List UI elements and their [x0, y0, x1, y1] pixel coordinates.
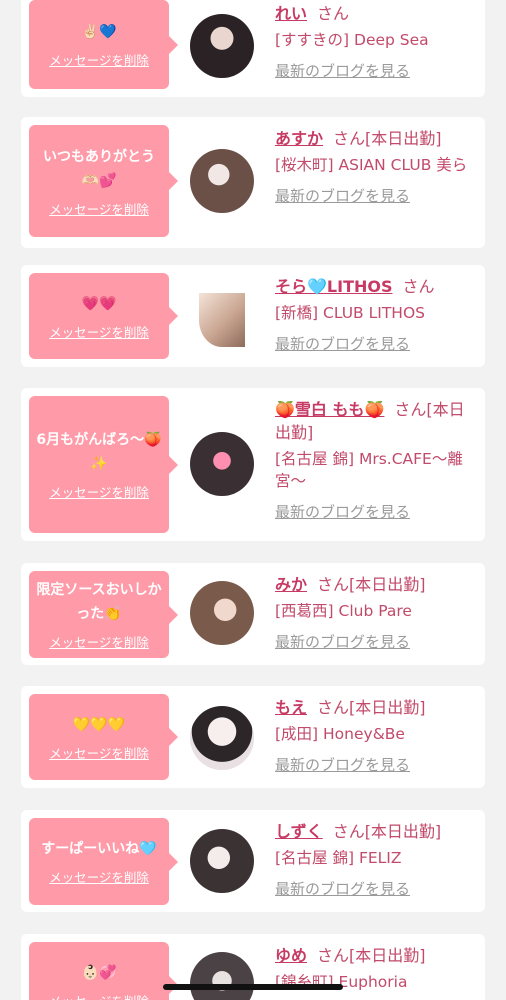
shop-name: [桜木町] ASIAN CLUB 美ら [275, 156, 468, 174]
delete-message-link[interactable]: メッセージを削除 [49, 743, 149, 762]
cast-info: 🍑雪白 もも🍑 さん[本日出勤] [名古屋 錦] Mrs.CAFE〜離宮〜 最新の… [275, 398, 477, 522]
message-card: いつもありがとう🫶🏻💕 メッセージを削除 あすか さん[本日出勤] [桜木町] A… [21, 117, 485, 248]
message-bubble: 💗💗 メッセージを削除 [29, 273, 178, 359]
message-bubble: ✌🏻💙 メッセージを削除 [29, 0, 178, 89]
message-card: 💛💛💛 メッセージを削除 もえ さん[本日出勤] [成田] Honey&Be 最新… [21, 686, 485, 788]
latest-blog-link[interactable]: 最新のブログを見る [275, 61, 410, 81]
message-bubble: 👶🏻💞 メッセージを削除 [29, 942, 178, 1000]
delete-message-link[interactable]: メッセージを削除 [49, 322, 149, 341]
message-bubble: 💛💛💛 メッセージを削除 [29, 694, 178, 780]
message-card: すーぱーいいね🩵 メッセージを削除 しずく さん[本日出勤] [名古屋 錦] FE… [21, 810, 485, 912]
home-indicator[interactable] [163, 984, 343, 990]
avatar[interactable] [190, 829, 254, 893]
message-bubble: 限定ソースおいしかった👏 メッセージを削除 [29, 571, 178, 658]
shop-name: [すすきの] Deep Sea [275, 31, 429, 49]
avatar[interactable] [199, 293, 245, 347]
message-text: 限定ソースおいしかった👏 [36, 582, 162, 622]
latest-blog-link[interactable]: 最新のブログを見る [275, 334, 410, 354]
delete-message-link[interactable]: メッセージを削除 [49, 482, 149, 501]
message-bubble: いつもありがとう🫶🏻💕 メッセージを削除 [29, 125, 178, 237]
message-text: 👶🏻💞 [81, 964, 117, 981]
latest-blog-link[interactable]: 最新のブログを見る [275, 879, 410, 899]
cast-name-link[interactable]: みか [275, 575, 307, 594]
message-text: ✌🏻💙 [81, 24, 117, 40]
message-card: ✌🏻💙 メッセージを削除 れい さん [すすきの] Deep Sea 最新のブログ… [21, 0, 485, 97]
cast-name-link[interactable]: しずく [275, 822, 323, 841]
delete-message-link[interactable]: メッセージを削除 [49, 991, 149, 1000]
honorific: さん[本日出勤] [317, 698, 426, 717]
message-text: いつもありがとう🫶🏻💕 [43, 148, 155, 189]
cast-info: れい さん [すすきの] Deep Sea 最新のブログを見る [275, 2, 477, 81]
honorific: さん[本日出勤] [317, 575, 426, 594]
avatar[interactable] [190, 706, 254, 770]
latest-blog-link[interactable]: 最新のブログを見る [275, 186, 410, 206]
message-text: 💗💗 [81, 295, 117, 312]
cast-name-link[interactable]: ゆめ [275, 946, 307, 965]
delete-message-link[interactable]: メッセージを削除 [49, 199, 149, 218]
shop-name: [成田] Honey&Be [275, 725, 405, 743]
message-text: すーぱーいいね🩵 [41, 841, 157, 857]
honorific: さん [317, 4, 350, 23]
shop-name: [西葛西] Club Pare [275, 602, 412, 620]
honorific: さん[本日出勤] [332, 822, 442, 841]
message-card: 6月もがんばろ〜🍑✨ メッセージを削除 🍑雪白 もも🍑 さん[本日出勤] [名古屋… [21, 388, 485, 541]
avatar[interactable] [190, 149, 254, 213]
message-card: 限定ソースおいしかった👏 メッセージを削除 みか さん[本日出勤] [西葛西] C… [21, 563, 485, 665]
message-text: 6月もがんばろ〜🍑✨ [36, 432, 162, 472]
cast-name-link[interactable]: れい [275, 4, 307, 23]
latest-blog-link[interactable]: 最新のブログを見る [275, 632, 410, 652]
avatar[interactable] [190, 581, 254, 645]
message-card: 👶🏻💞 メッセージを削除 ゆめさん[本日出勤] [錦糸町] Euphoria [21, 934, 485, 1000]
honorific: さん [402, 277, 435, 296]
cast-info: しずく さん[本日出勤] [名古屋 錦] FELIZ 最新のブログを見る [275, 820, 477, 899]
avatar[interactable] [190, 952, 254, 1000]
message-bubble: 6月もがんばろ〜🍑✨ メッセージを削除 [29, 396, 178, 533]
latest-blog-link[interactable]: 最新のブログを見る [275, 502, 410, 522]
cast-info: みか さん[本日出勤] [西葛西] Club Pare 最新のブログを見る [275, 573, 477, 652]
cast-name-link[interactable]: もえ [275, 698, 307, 717]
delete-message-link[interactable]: メッセージを削除 [49, 50, 149, 69]
latest-blog-link[interactable]: 最新のブログを見る [275, 755, 410, 775]
message-card: 💗💗 メッセージを削除 そら🩵LITHOS さん [新橋] CLUB LITHOS… [21, 265, 485, 367]
cast-name-link[interactable]: そら🩵LITHOS [275, 277, 393, 296]
cast-name-link[interactable]: 🍑雪白 もも🍑 [275, 400, 384, 419]
message-text: 💛💛💛 [72, 716, 126, 733]
honorific: さん[本日出勤] [333, 129, 442, 148]
shop-name: [名古屋 錦] FELIZ [275, 849, 402, 867]
message-bubble: すーぱーいいね🩵 メッセージを削除 [29, 818, 178, 905]
shop-name: [新橋] CLUB LITHOS [275, 304, 425, 322]
honorific: さん[本日出勤] [317, 946, 426, 965]
avatar[interactable] [190, 432, 254, 496]
cast-info: もえ さん[本日出勤] [成田] Honey&Be 最新のブログを見る [275, 696, 477, 775]
delete-message-link[interactable]: メッセージを削除 [49, 867, 149, 886]
shop-name: [名古屋 錦] Mrs.CAFE〜離宮〜 [275, 450, 463, 490]
avatar[interactable] [190, 14, 254, 78]
cast-name-link[interactable]: あすか [275, 129, 323, 148]
cast-info: そら🩵LITHOS さん [新橋] CLUB LITHOS 最新のブログを見る [275, 275, 477, 354]
cast-info: あすか さん[本日出勤] [桜木町] ASIAN CLUB 美ら 最新のブログを見… [275, 127, 477, 206]
delete-message-link[interactable]: メッセージを削除 [49, 632, 149, 651]
